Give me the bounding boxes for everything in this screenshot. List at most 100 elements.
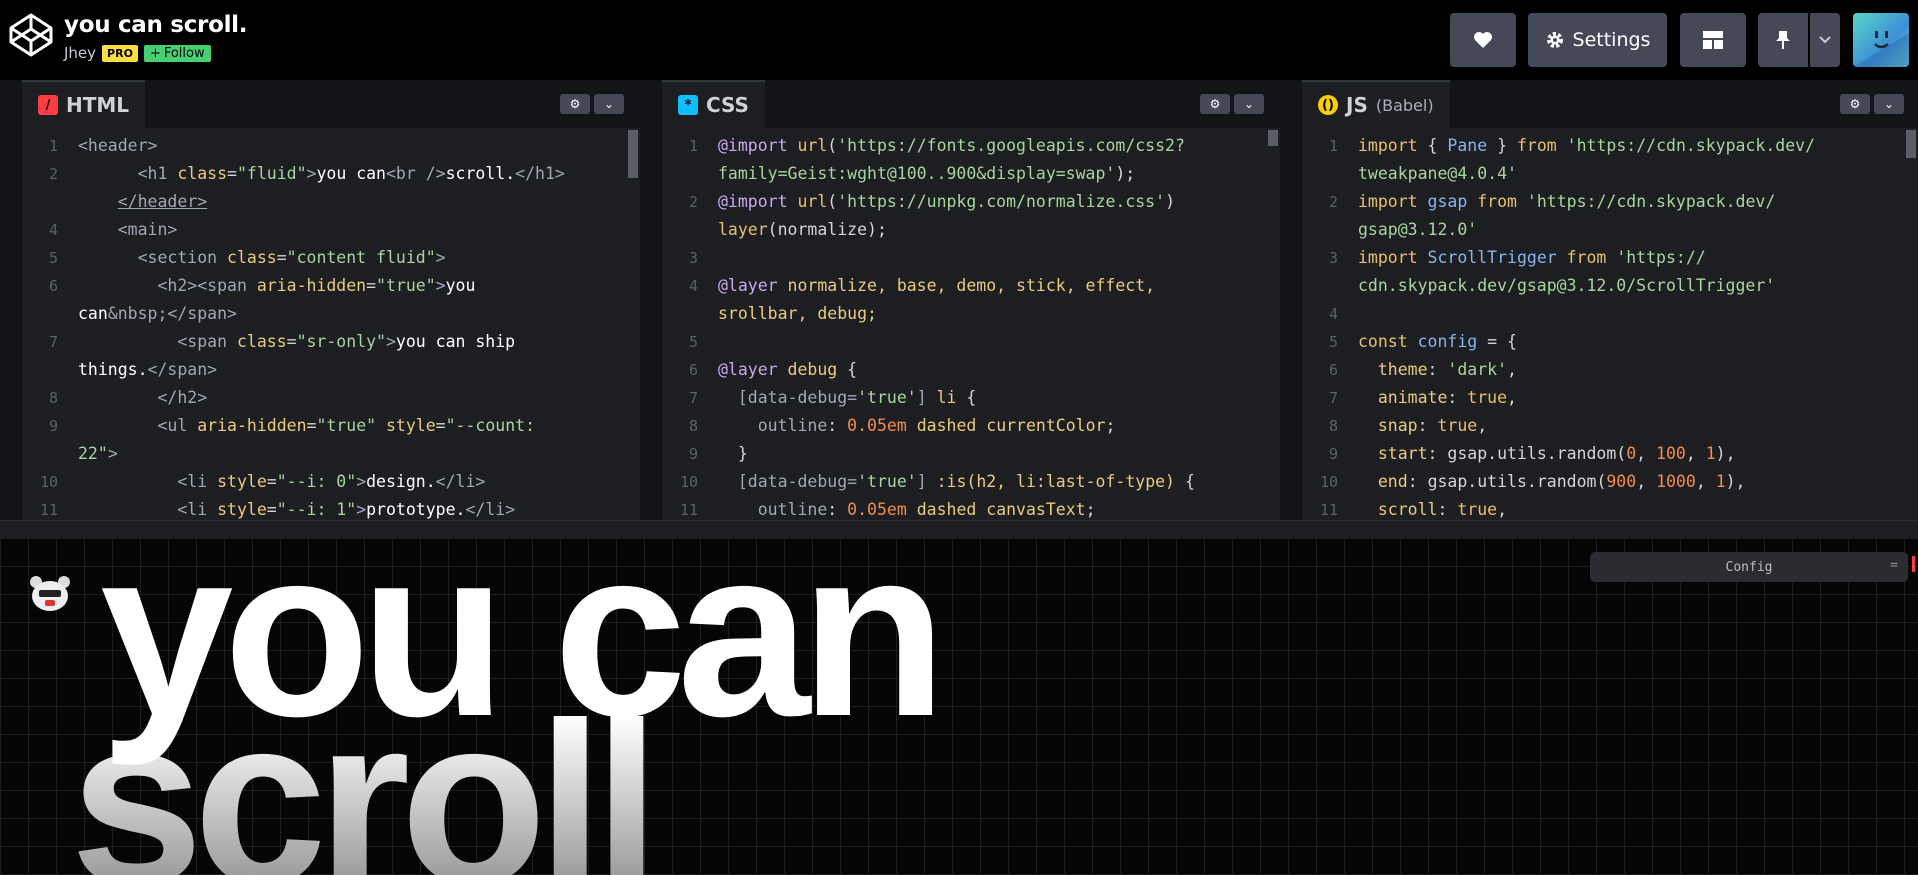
- html-editor[interactable]: / HTML ⚙ ⌄ 1 <header> 2 <h1 class="fluid">…: [22, 80, 640, 520]
- html-collapse-button[interactable]: ⌄: [594, 94, 624, 114]
- css-code[interactable]: 1 @import url('https://fonts.googleapis.c…: [662, 128, 1280, 520]
- resize-handle[interactable]: [0, 520, 1918, 539]
- code-text[interactable]: </header>: [78, 188, 207, 216]
- code-line[interactable]: 3: [662, 244, 1280, 272]
- tab-js[interactable]: () JS (Babel): [1302, 80, 1450, 128]
- code-text[interactable]: @layer debug {: [718, 356, 857, 384]
- code-line[interactable]: 2 import gsap from 'https://cdn.skypack.d…: [1302, 188, 1918, 216]
- settings-button[interactable]: Settings: [1528, 13, 1667, 67]
- code-line[interactable]: 10 end: gsap.utils.random(900, 1000, 1),: [1302, 468, 1918, 496]
- code-line[interactable]: 5: [662, 328, 1280, 356]
- code-text[interactable]: import { Pane } from 'https://cdn.skypac…: [1358, 132, 1815, 160]
- code-text[interactable]: <li style="--i: 1">prototype.</li>: [78, 496, 515, 520]
- code-line[interactable]: 9 }: [662, 440, 1280, 468]
- code-text[interactable]: <header>: [78, 132, 157, 160]
- code-text[interactable]: can&nbsp;</span>: [78, 300, 237, 328]
- code-line[interactable]: 9 <ul aria-hidden="true" style="--count:: [22, 412, 640, 440]
- code-line[interactable]: 11 outline: 0.05em dashed canvasText;: [662, 496, 1280, 520]
- code-text[interactable]: <li style="--i: 0">design.</li>: [78, 468, 485, 496]
- html-scrollbar[interactable]: [626, 128, 640, 518]
- code-line[interactable]: 10 [data-debug='true'] :is(h2, li:last-o…: [662, 468, 1280, 496]
- code-text[interactable]: snap: true,: [1358, 412, 1487, 440]
- code-line[interactable]: 1 <header>: [22, 132, 640, 160]
- code-text[interactable]: [data-debug='true'] li {: [718, 384, 976, 412]
- code-text[interactable]: cdn.skypack.dev/gsap@3.12.0/ScrollTrigge…: [1358, 272, 1775, 300]
- code-line[interactable]: layer(normalize);: [662, 216, 1280, 244]
- code-text[interactable]: [data-debug='true'] :is(h2, li:last-of-t…: [718, 468, 1195, 496]
- config-panel-toggle[interactable]: Config =: [1590, 552, 1908, 582]
- code-text[interactable]: <h2><span aria-hidden="true">you: [78, 272, 475, 300]
- code-text[interactable]: @layer normalize, base, demo, stick, eff…: [718, 272, 1155, 300]
- js-editor[interactable]: () JS (Babel) ⚙ ⌄ 1 import { Pane } from …: [1302, 80, 1918, 520]
- code-text[interactable]: outline: 0.05em dashed currentColor;: [718, 412, 1116, 440]
- code-line[interactable]: 4 @layer normalize, base, demo, stick, ef…: [662, 272, 1280, 300]
- js-collapse-button[interactable]: ⌄: [1874, 94, 1904, 114]
- code-line[interactable]: 5 const config = {: [1302, 328, 1918, 356]
- user-avatar[interactable]: [1853, 13, 1909, 67]
- code-line[interactable]: 7 animate: true,: [1302, 384, 1918, 412]
- pin-button[interactable]: [1758, 13, 1808, 67]
- code-line[interactable]: 7 [data-debug='true'] li {: [662, 384, 1280, 412]
- code-line[interactable]: 1 @import url('https://fonts.googleapis.c…: [662, 132, 1280, 160]
- code-line[interactable]: 8 snap: true,: [1302, 412, 1918, 440]
- code-line[interactable]: 4 <main>: [22, 216, 640, 244]
- js-code[interactable]: 1 import { Pane } from 'https://cdn.skypa…: [1302, 128, 1918, 520]
- code-line[interactable]: 5 <section class="content fluid">: [22, 244, 640, 272]
- code-text[interactable]: tweakpane@4.0.4': [1358, 160, 1517, 188]
- code-line[interactable]: 6 @layer debug {: [662, 356, 1280, 384]
- code-line[interactable]: tweakpane@4.0.4': [1302, 160, 1918, 188]
- code-text[interactable]: things.</span>: [78, 356, 217, 384]
- code-line[interactable]: 10 <li style="--i: 0">design.</li>: [22, 468, 640, 496]
- result-preview[interactable]: you can scroll Config =: [0, 538, 1918, 875]
- code-line[interactable]: </header>: [22, 188, 640, 216]
- code-line[interactable]: 2 <h1 class="fluid">you can<br />scroll.…: [22, 160, 640, 188]
- change-view-button[interactable]: [1680, 13, 1746, 67]
- code-text[interactable]: srollbar, debug;: [718, 300, 877, 328]
- js-scrollbar[interactable]: [1904, 128, 1918, 518]
- css-scroll-thumb[interactable]: [1268, 130, 1278, 146]
- code-text[interactable]: <span class="sr-only">you can ship: [78, 328, 515, 356]
- code-text[interactable]: import ScrollTrigger from 'https://: [1358, 244, 1706, 272]
- code-line[interactable]: 2 @import url('https://unpkg.com/normaliz…: [662, 188, 1280, 216]
- css-editor[interactable]: * CSS ⚙ ⌄ 1 @import url('https://fonts.go…: [662, 80, 1280, 520]
- code-line[interactable]: 7 <span class="sr-only">you can ship: [22, 328, 640, 356]
- code-text[interactable]: gsap@3.12.0': [1358, 216, 1477, 244]
- code-line[interactable]: family=Geist:wght@100..900&display=swap'…: [662, 160, 1280, 188]
- js-settings-button[interactable]: ⚙: [1840, 94, 1870, 114]
- code-text[interactable]: family=Geist:wght@100..900&display=swap'…: [718, 160, 1135, 188]
- css-settings-button[interactable]: ⚙: [1200, 94, 1230, 114]
- code-text[interactable]: }: [718, 440, 748, 468]
- code-text[interactable]: <h1 class="fluid">you can<br />scroll.</…: [78, 160, 565, 188]
- code-text[interactable]: const config = {: [1358, 328, 1517, 356]
- code-text[interactable]: 22">: [78, 440, 118, 468]
- follow-button[interactable]: + Follow: [143, 44, 211, 62]
- code-line[interactable]: 1 import { Pane } from 'https://cdn.skypa…: [1302, 132, 1918, 160]
- code-line[interactable]: 22">: [22, 440, 640, 468]
- bear-mascot-icon[interactable]: [28, 574, 72, 614]
- code-text[interactable]: layer(normalize);: [718, 216, 887, 244]
- code-text[interactable]: </h2>: [78, 384, 207, 412]
- code-line[interactable]: 6 <h2><span aria-hidden="true">you: [22, 272, 640, 300]
- codepen-logo-icon[interactable]: [8, 12, 54, 58]
- code-line[interactable]: 9 start: gsap.utils.random(0, 100, 1),: [1302, 440, 1918, 468]
- html-settings-button[interactable]: ⚙: [560, 94, 590, 114]
- code-line[interactable]: 8 </h2>: [22, 384, 640, 412]
- code-text[interactable]: <main>: [78, 216, 178, 244]
- tab-css[interactable]: * CSS: [662, 80, 765, 128]
- code-text[interactable]: @import url('https://unpkg.com/normalize…: [718, 188, 1175, 216]
- code-text[interactable]: end: gsap.utils.random(900, 1000, 1),: [1358, 468, 1746, 496]
- code-line[interactable]: can&nbsp;</span>: [22, 300, 640, 328]
- author-name[interactable]: Jhey: [64, 44, 96, 62]
- code-line[interactable]: things.</span>: [22, 356, 640, 384]
- js-scroll-thumb[interactable]: [1906, 130, 1916, 158]
- code-line[interactable]: cdn.skypack.dev/gsap@3.12.0/ScrollTrigge…: [1302, 272, 1918, 300]
- tab-html[interactable]: / HTML: [22, 80, 146, 128]
- code-line[interactable]: 11 scroll: true,: [1302, 496, 1918, 520]
- code-text[interactable]: theme: 'dark',: [1358, 356, 1517, 384]
- code-text[interactable]: <ul aria-hidden="true" style="--count:: [78, 412, 535, 440]
- css-scrollbar[interactable]: [1266, 128, 1280, 518]
- code-text[interactable]: <section class="content fluid">: [78, 244, 446, 272]
- pin-menu-button[interactable]: [1810, 13, 1840, 67]
- code-line[interactable]: 6 theme: 'dark',: [1302, 356, 1918, 384]
- code-line[interactable]: srollbar, debug;: [662, 300, 1280, 328]
